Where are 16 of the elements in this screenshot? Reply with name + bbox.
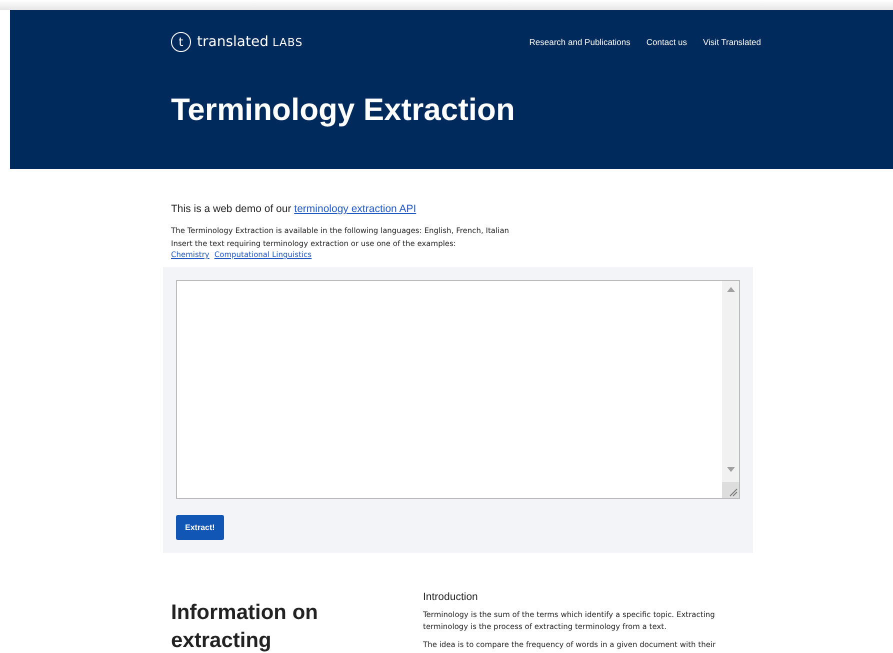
text-input-field[interactable] bbox=[176, 280, 740, 499]
logo-text: translated bbox=[197, 34, 268, 50]
logo-suffix: LABS bbox=[272, 36, 303, 48]
info-heading: Information on extracting bbox=[171, 600, 319, 653]
scrollbar[interactable] bbox=[722, 281, 739, 498]
logo-icon: t bbox=[171, 32, 191, 52]
page-title: Terminology Extraction bbox=[171, 92, 516, 128]
section-title: Introduction bbox=[423, 591, 479, 603]
nav-link[interactable]: Research and Publications bbox=[529, 37, 630, 47]
api-link[interactable]: terminology extraction API bbox=[294, 203, 416, 215]
extract-button[interactable]: Extract! bbox=[176, 515, 224, 540]
nav-link[interactable]: Visit Translated bbox=[703, 37, 761, 47]
scroll-down-icon[interactable] bbox=[726, 467, 734, 472]
nav-link[interactable]: Contact us bbox=[646, 37, 688, 47]
intro-sentence: This is a web demo of our terminology extraction API bbox=[171, 203, 418, 215]
scroll-up-icon[interactable] bbox=[726, 287, 734, 292]
